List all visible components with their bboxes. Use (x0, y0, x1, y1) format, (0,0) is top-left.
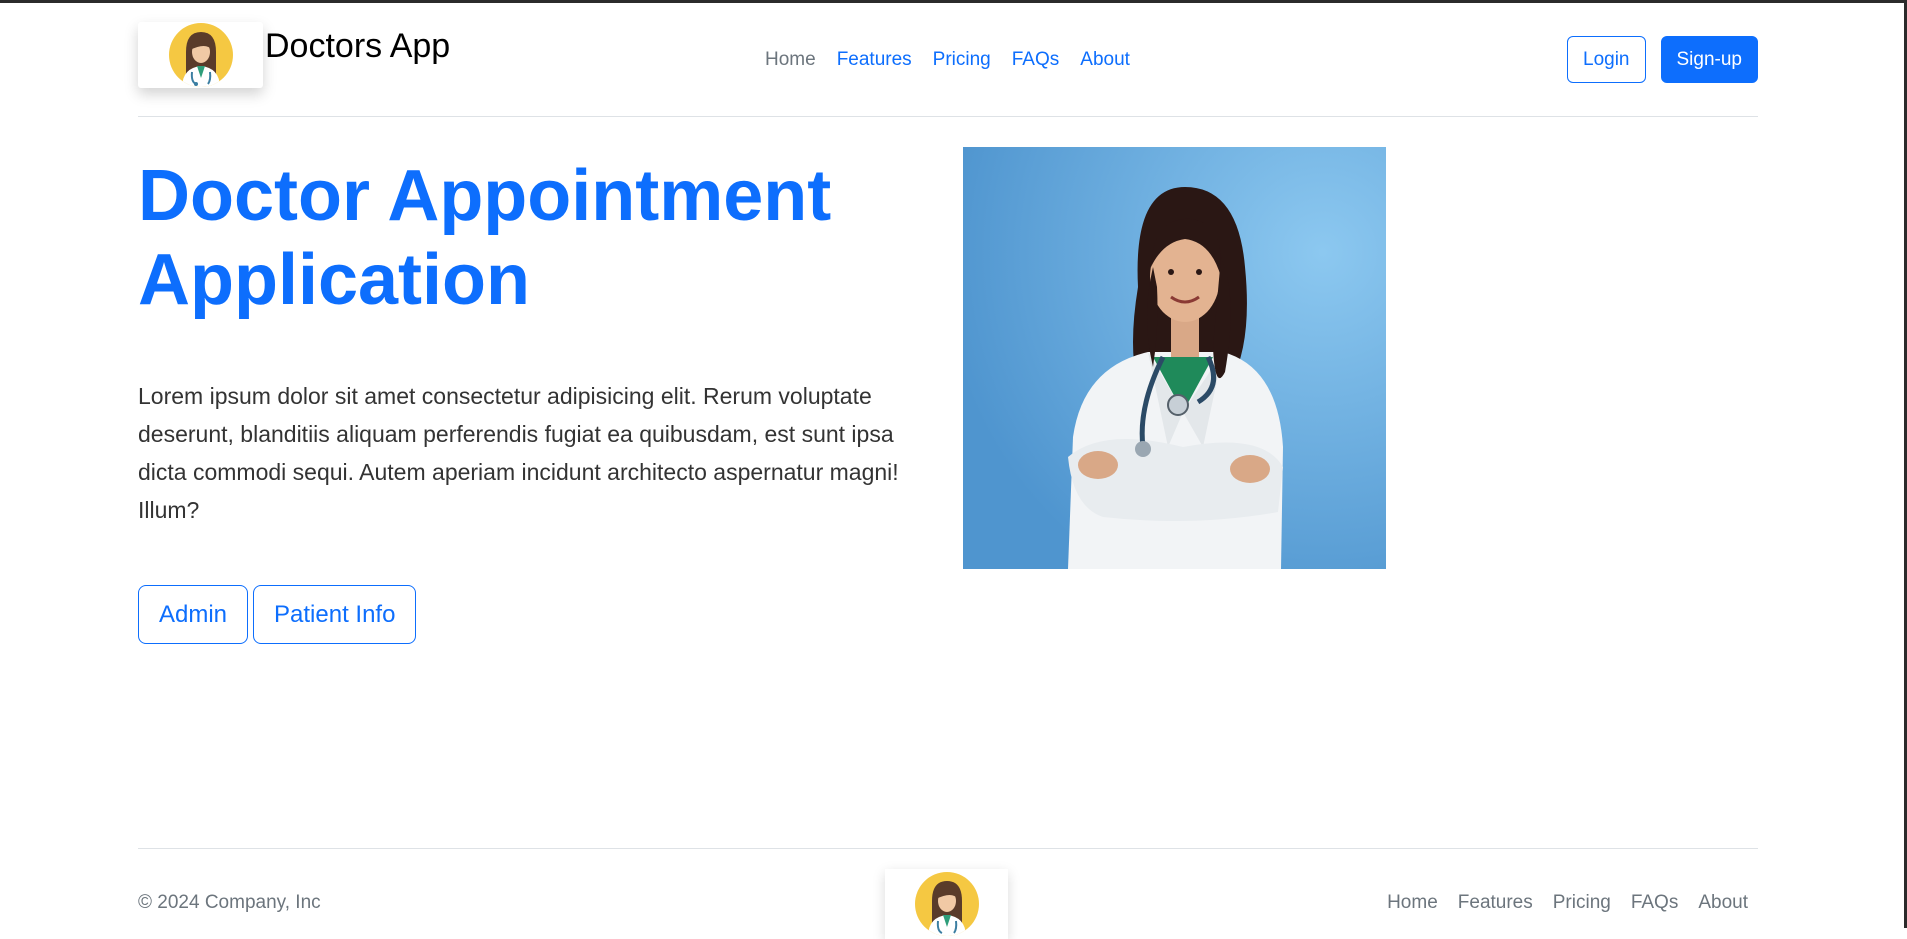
main-nav: Home Features Pricing FAQs About (765, 49, 1130, 71)
brand-name[interactable]: Doctors App (265, 27, 450, 66)
copyright-text: © 2024 Company, Inc (138, 892, 321, 913)
nav-about-link[interactable]: About (1080, 49, 1130, 71)
nav-features-link[interactable]: Features (837, 49, 912, 71)
doctor-avatar-icon (914, 872, 979, 936)
patient-info-button[interactable]: Patient Info (253, 585, 417, 644)
login-button[interactable]: Login (1567, 36, 1646, 83)
hero-description: Lorem ipsum dolor sit amet consectetur a… (138, 383, 899, 523)
hero-title-line-1: Doctor Appointment (138, 156, 832, 236)
hero-actions: Admin Patient Info (138, 585, 417, 644)
nav-faqs-link[interactable]: FAQs (1012, 49, 1060, 71)
doctor-photo (963, 147, 1386, 569)
footer-nav: Home Features Pricing FAQs About (1387, 892, 1748, 914)
hero-title: Doctor Appointment Application (138, 154, 938, 322)
site-header: Doctors App Home Features Pricing FAQs A… (138, 3, 1758, 117)
site-footer: © 2024 Company, Inc Home Features Pricin… (138, 848, 1758, 939)
footer-features-link[interactable]: Features (1458, 892, 1533, 914)
nav-home-link[interactable]: Home (765, 49, 816, 71)
signup-button[interactable]: Sign-up (1660, 36, 1758, 83)
footer-about-link[interactable]: About (1698, 892, 1748, 914)
footer-home-link[interactable]: Home (1387, 892, 1438, 914)
footer-pricing-link[interactable]: Pricing (1553, 892, 1611, 914)
nav-pricing-link[interactable]: Pricing (933, 49, 991, 71)
hero-title-line-2: Application (138, 240, 530, 320)
admin-button[interactable]: Admin (138, 585, 249, 644)
brand[interactable]: Doctors App (138, 22, 450, 88)
auth-buttons: Login Sign-up (1567, 36, 1758, 83)
footer-faqs-link[interactable]: FAQs (1631, 892, 1679, 914)
logo[interactable] (138, 22, 263, 88)
footer-logo[interactable] (885, 869, 1008, 939)
doctor-avatar-icon (168, 23, 233, 87)
